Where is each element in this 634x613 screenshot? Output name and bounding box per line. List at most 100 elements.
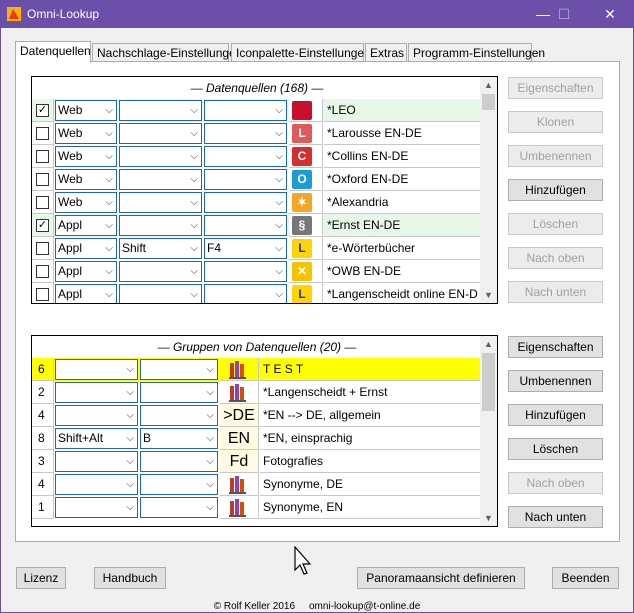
datasource-row[interactable]: Web ⌵ ⌵ ⌵ L *Larousse EN-DE — [32, 122, 482, 145]
datasource-row[interactable]: Appl ⌵ Shift ⌵ F4 ⌵ L *e-Wörterbücher — [32, 237, 482, 260]
chevron-down-icon[interactable]: ⌵ — [126, 475, 134, 494]
hotkey-select[interactable]: ⌵ — [140, 451, 218, 472]
chevron-down-icon[interactable]: ⌵ — [190, 124, 198, 143]
scroll-up-icon[interactable]: ▲ — [480, 336, 497, 352]
modifier-select[interactable]: ⌵ — [119, 284, 202, 303]
chevron-down-icon[interactable]: ⌵ — [190, 262, 198, 281]
tab-extras[interactable]: Extras — [365, 43, 407, 62]
chevron-down-icon[interactable]: ⌵ — [275, 101, 283, 120]
chevron-down-icon[interactable]: ⌵ — [190, 193, 198, 212]
modifier-select[interactable]: ⌵ — [119, 123, 202, 144]
modifier-select[interactable]: ⌵ — [55, 497, 138, 518]
groups-scrollbar[interactable]: ▲ ▼ — [480, 336, 497, 526]
datasource-eigenschaften-button[interactable]: Eigenschaften — [508, 77, 603, 99]
datasource-loeschen-button[interactable]: Löschen — [508, 213, 603, 235]
datasource-row[interactable]: Appl ⌵ ⌵ ⌵ L *Langenscheidt online EN-D — [32, 283, 482, 303]
modifier-select[interactable]: Shift+Alt ⌵ — [55, 428, 138, 449]
group-row[interactable]: 8 Shift+Alt ⌵ B ⌵ EN *EN, einsprachig — [32, 427, 482, 450]
datasource-row[interactable]: ✓ Web ⌵ ⌵ ⌵ *LEO — [32, 99, 482, 122]
group-nach-unten-button[interactable]: Nach unten — [508, 506, 603, 528]
chevron-down-icon[interactable]: ⌵ — [105, 170, 113, 189]
hotkey-select[interactable]: ⌵ — [140, 359, 218, 380]
hotkey-select[interactable]: F4 ⌵ — [204, 238, 287, 259]
lizenz-button[interactable]: Lizenz — [16, 567, 66, 589]
enable-checkbox[interactable] — [36, 150, 49, 163]
hotkey-select[interactable]: ⌵ — [204, 215, 287, 236]
modifier-select[interactable]: ⌵ — [55, 359, 138, 380]
group-row[interactable]: 2 ⌵ ⌵ *Langenscheidt + Ernst — [32, 381, 482, 404]
group-row[interactable]: 3 ⌵ ⌵ Fd Fotografies — [32, 450, 482, 473]
hotkey-select[interactable]: ⌵ — [204, 123, 287, 144]
type-select[interactable]: Appl ⌵ — [55, 261, 117, 282]
chevron-down-icon[interactable]: ⌵ — [105, 285, 113, 303]
modifier-select[interactable]: ⌵ — [119, 261, 202, 282]
enable-checkbox[interactable] — [36, 265, 49, 278]
modifier-select[interactable]: ⌵ — [55, 451, 138, 472]
scroll-thumb[interactable] — [482, 353, 495, 411]
type-select[interactable]: Web ⌵ — [55, 100, 117, 121]
modifier-select[interactable]: ⌵ — [119, 100, 202, 121]
datasource-row[interactable]: Web ⌵ ⌵ ⌵ O *Oxford EN-DE — [32, 168, 482, 191]
datasource-scrollbar[interactable]: ▲ ▼ — [480, 77, 497, 303]
handbuch-button[interactable]: Handbuch — [94, 567, 166, 589]
chevron-down-icon[interactable]: ⌵ — [126, 452, 134, 471]
chevron-down-icon[interactable]: ⌵ — [275, 262, 283, 281]
tab-programm-einstellungen[interactable]: Programm-Einstellungen — [408, 43, 545, 62]
modifier-select[interactable]: ⌵ — [119, 169, 202, 190]
chevron-down-icon[interactable]: ⌵ — [126, 360, 134, 379]
enable-checkbox[interactable]: ✓ — [36, 104, 49, 117]
type-select[interactable]: Appl ⌵ — [55, 284, 117, 303]
scroll-down-icon[interactable]: ▼ — [480, 287, 497, 303]
modifier-select[interactable]: ⌵ — [119, 215, 202, 236]
enable-checkbox[interactable] — [36, 127, 49, 140]
chevron-down-icon[interactable]: ⌵ — [126, 383, 134, 402]
group-umbenennen-button[interactable]: Umbenennen — [508, 370, 603, 392]
hotkey-select[interactable]: ⌵ — [140, 474, 218, 495]
datasource-row[interactable]: Web ⌵ ⌵ ⌵ C *Collins EN-DE — [32, 145, 482, 168]
tab-iconpalette-einstellungen[interactable]: Iconpalette-Einstellungen — [231, 43, 371, 62]
chevron-down-icon[interactable]: ⌵ — [126, 429, 134, 448]
group-eigenschaften-button[interactable]: Eigenschaften — [508, 336, 603, 358]
type-select[interactable]: Web ⌵ — [55, 146, 117, 167]
chevron-down-icon[interactable]: ⌵ — [126, 406, 134, 425]
modifier-select[interactable]: ⌵ — [55, 474, 138, 495]
chevron-down-icon[interactable]: ⌵ — [275, 285, 283, 303]
scroll-thumb[interactable] — [482, 94, 495, 110]
chevron-down-icon[interactable]: ⌵ — [105, 216, 113, 235]
chevron-down-icon[interactable]: ⌵ — [105, 101, 113, 120]
hotkey-select[interactable]: ⌵ — [204, 192, 287, 213]
scroll-up-icon[interactable]: ▲ — [480, 77, 497, 93]
datasource-nach-oben-button[interactable]: Nach oben — [508, 247, 603, 269]
group-nach-oben-button[interactable]: Nach oben — [508, 472, 603, 494]
chevron-down-icon[interactable]: ⌵ — [190, 101, 198, 120]
chevron-down-icon[interactable]: ⌵ — [275, 239, 283, 258]
chevron-down-icon[interactable]: ⌵ — [105, 124, 113, 143]
chevron-down-icon[interactable]: ⌵ — [206, 429, 214, 448]
modifier-select[interactable]: ⌵ — [55, 405, 138, 426]
modifier-select[interactable]: ⌵ — [55, 382, 138, 403]
enable-checkbox[interactable] — [36, 173, 49, 186]
hotkey-select[interactable]: ⌵ — [140, 497, 218, 518]
datasource-umbenennen-button[interactable]: Umbenennen — [508, 145, 603, 167]
hotkey-select[interactable]: ⌵ — [204, 100, 287, 121]
tab-nachschlage-einstellungen[interactable]: Nachschlage-Einstellungen — [92, 43, 242, 62]
chevron-down-icon[interactable]: ⌵ — [275, 124, 283, 143]
datasource-row[interactable]: ✓ Appl ⌵ ⌵ ⌵ § *Ernst EN-DE — [32, 214, 482, 237]
maximize-button[interactable]: ☐ — [552, 4, 576, 24]
chevron-down-icon[interactable]: ⌵ — [105, 147, 113, 166]
chevron-down-icon[interactable]: ⌵ — [105, 262, 113, 281]
group-row[interactable]: 4 ⌵ ⌵ >DE *EN --> DE, allgemein — [32, 404, 482, 427]
chevron-down-icon[interactable]: ⌵ — [105, 239, 113, 258]
group-loeschen-button[interactable]: Löschen — [508, 438, 603, 460]
scroll-down-icon[interactable]: ▼ — [480, 510, 497, 526]
chevron-down-icon[interactable]: ⌵ — [275, 216, 283, 235]
hotkey-select[interactable]: ⌵ — [140, 382, 218, 403]
datasource-row[interactable]: Appl ⌵ ⌵ ⌵ ✕ *OWB EN-DE — [32, 260, 482, 283]
modifier-select[interactable]: ⌵ — [119, 146, 202, 167]
close-button[interactable]: ✕ — [598, 4, 622, 24]
type-select[interactable]: Appl ⌵ — [55, 215, 117, 236]
chevron-down-icon[interactable]: ⌵ — [206, 452, 214, 471]
modifier-select[interactable]: Shift ⌵ — [119, 238, 202, 259]
enable-checkbox[interactable] — [36, 196, 49, 209]
datasource-nach-unten-button[interactable]: Nach unten — [508, 281, 603, 303]
